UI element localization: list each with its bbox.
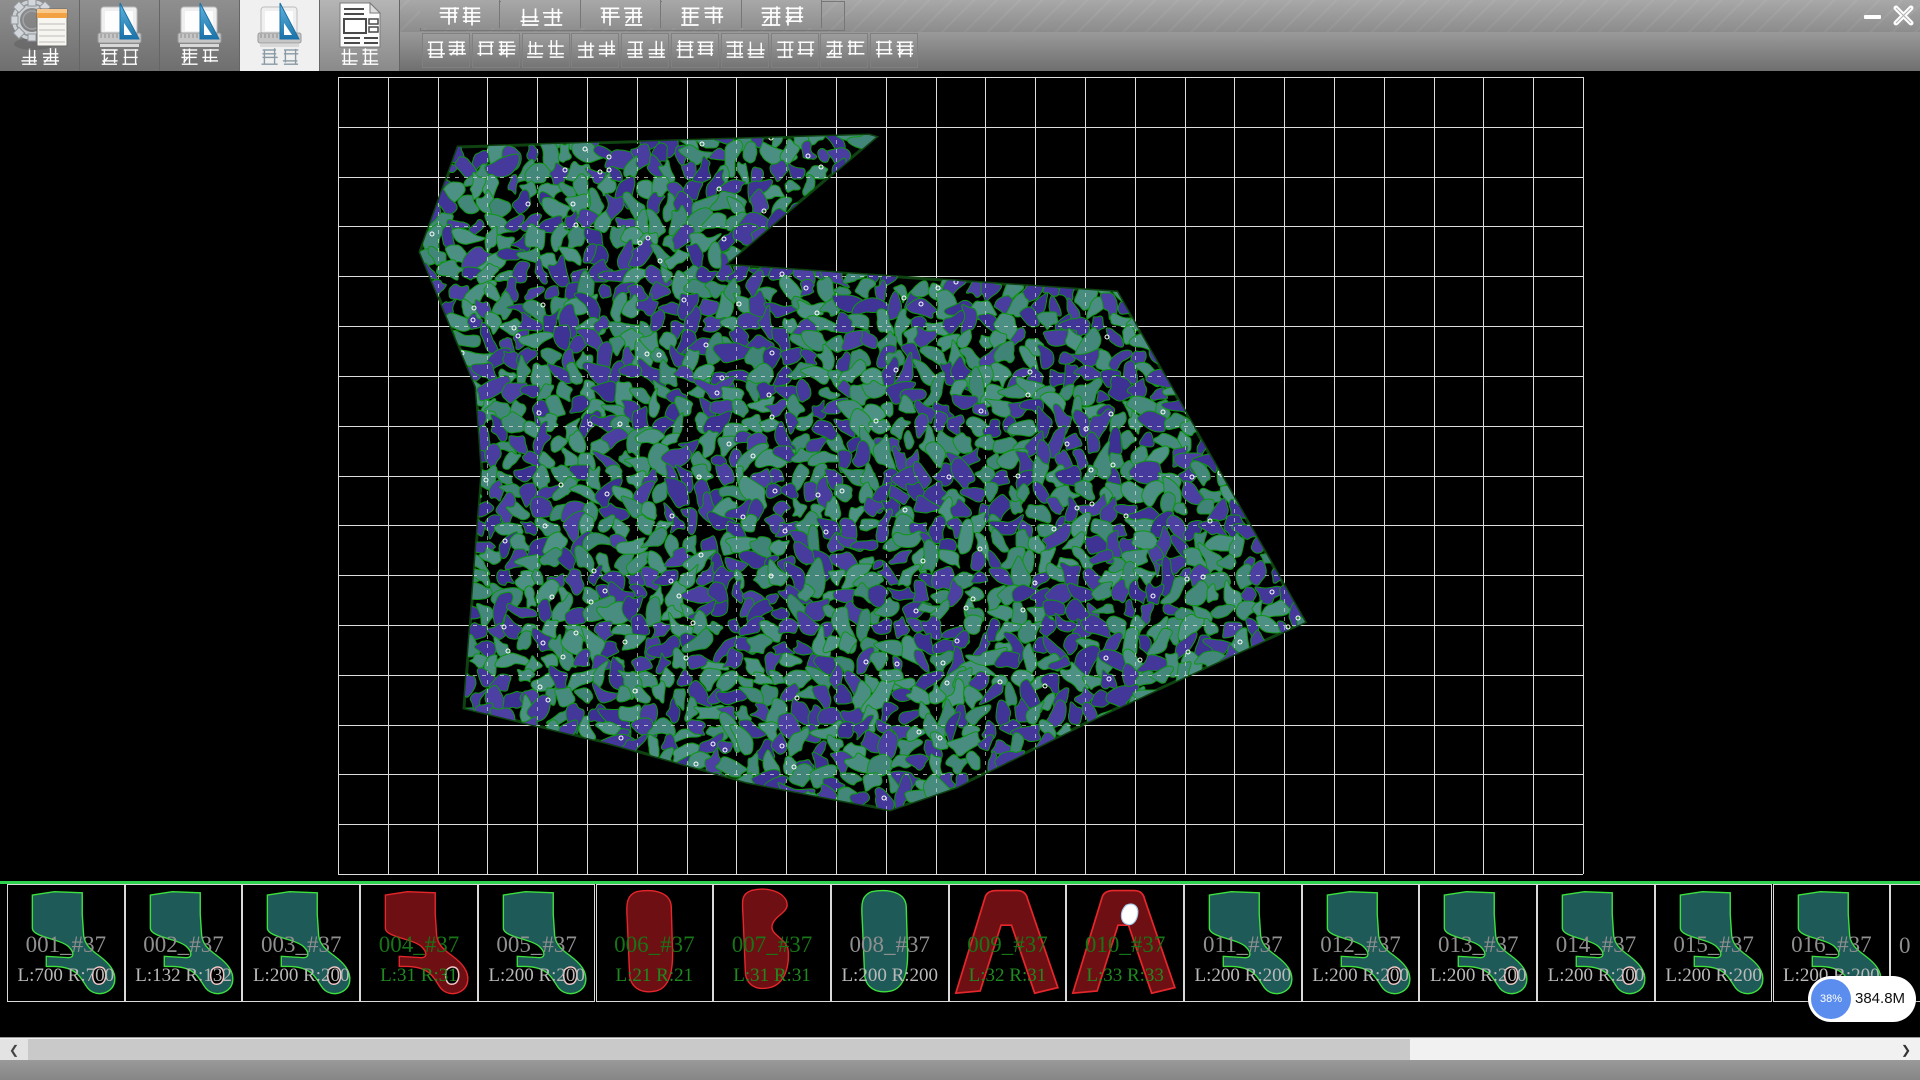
svg-text:0: 0 xyxy=(1899,933,1911,958)
